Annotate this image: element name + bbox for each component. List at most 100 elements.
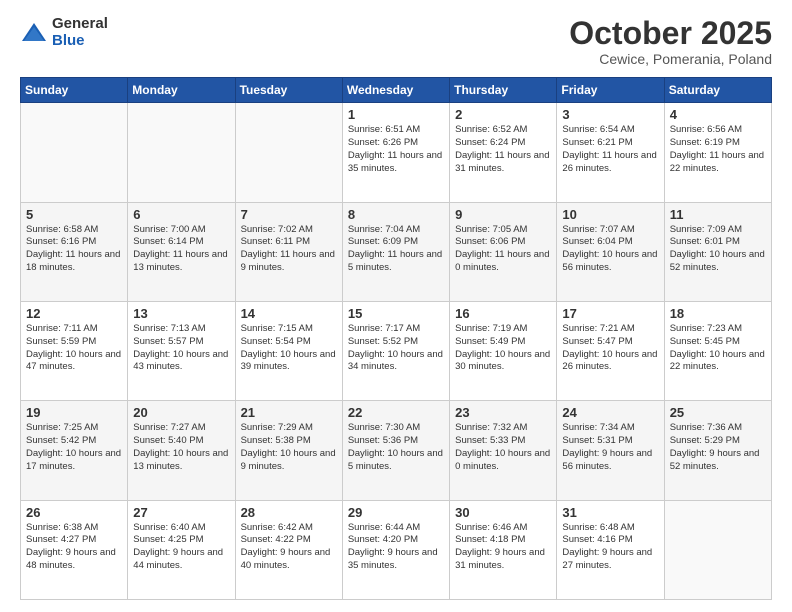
calendar-cell-4-0: 26Sunrise: 6:38 AM Sunset: 4:27 PM Dayli… <box>21 500 128 599</box>
day-info-11: Sunrise: 7:09 AM Sunset: 6:01 PM Dayligh… <box>670 224 766 275</box>
day-number-15: 15 <box>348 306 444 321</box>
day-info-14: Sunrise: 7:15 AM Sunset: 5:54 PM Dayligh… <box>241 323 337 374</box>
calendar-cell-1-1: 6 Sunrise: 7:00 AM Sunset: 6:14 PM Daylig… <box>128 202 235 301</box>
day-info-13: Sunrise: 7:13 AM Sunset: 5:57 PM Dayligh… <box>133 323 229 374</box>
day-info-9: Sunrise: 7:05 AM Sunset: 6:06 PM Dayligh… <box>455 224 551 275</box>
day-info-28: Sunrise: 6:42 AM Sunset: 4:22 PM Dayligh… <box>241 522 337 573</box>
day-info-18: Sunrise: 7:23 AM Sunset: 5:45 PM Dayligh… <box>670 323 766 374</box>
logo-text: General Blue <box>52 16 108 49</box>
day-info-17: Sunrise: 7:21 AM Sunset: 5:47 PM Dayligh… <box>562 323 658 374</box>
day-number-3: 3 <box>562 107 658 122</box>
day-number-21: 21 <box>241 405 337 420</box>
week-row-4: 19 Sunrise: 7:25 AM Sunset: 5:42 PM Dayli… <box>21 401 772 500</box>
day-number-27: 27 <box>133 505 229 520</box>
day-info-1: Sunrise: 6:51 AM Sunset: 6:26 PM Dayligh… <box>348 124 444 175</box>
calendar-cell-1-2: 7 Sunrise: 7:02 AM Sunset: 6:11 PM Daylig… <box>235 202 342 301</box>
day-number-11: 11 <box>670 207 766 222</box>
day-info-27: Sunrise: 6:40 AM Sunset: 4:25 PM Dayligh… <box>133 522 229 573</box>
day-info-19: Sunrise: 7:25 AM Sunset: 5:42 PM Dayligh… <box>26 422 122 473</box>
day-info-30: Sunrise: 6:46 AM Sunset: 4:18 PM Dayligh… <box>455 522 551 573</box>
calendar-cell-0-0 <box>21 103 128 202</box>
day-info-23: Sunrise: 7:32 AM Sunset: 5:33 PM Dayligh… <box>455 422 551 473</box>
day-number-5: 5 <box>26 207 122 222</box>
day-number-30: 30 <box>455 505 551 520</box>
calendar-cell-4-2: 28 Sunrise: 6:42 AM Sunset: 4:22 PM Dayli… <box>235 500 342 599</box>
day-number-10: 10 <box>562 207 658 222</box>
calendar-cell-4-5: 31Sunrise: 6:48 AM Sunset: 4:16 PM Dayli… <box>557 500 664 599</box>
day-info-3: Sunrise: 6:54 AM Sunset: 6:21 PM Dayligh… <box>562 124 658 175</box>
day-number-23: 23 <box>455 405 551 420</box>
calendar-cell-0-1 <box>128 103 235 202</box>
day-number-17: 17 <box>562 306 658 321</box>
calendar-cell-3-1: 20 Sunrise: 7:27 AM Sunset: 5:40 PM Dayli… <box>128 401 235 500</box>
page: General Blue October 2025 Cewice, Pomera… <box>0 0 792 612</box>
col-monday: Monday <box>128 78 235 103</box>
day-number-19: 19 <box>26 405 122 420</box>
day-number-22: 22 <box>348 405 444 420</box>
calendar-cell-0-5: 3 Sunrise: 6:54 AM Sunset: 6:21 PM Daylig… <box>557 103 664 202</box>
calendar-cell-3-4: 23 Sunrise: 7:32 AM Sunset: 5:33 PM Dayli… <box>450 401 557 500</box>
day-number-1: 1 <box>348 107 444 122</box>
calendar-cell-4-4: 30 Sunrise: 6:46 AM Sunset: 4:18 PM Dayli… <box>450 500 557 599</box>
day-number-16: 16 <box>455 306 551 321</box>
day-number-29: 29 <box>348 505 444 520</box>
day-info-26: Sunrise: 6:38 AM Sunset: 4:27 PM Dayligh… <box>26 522 122 573</box>
calendar-cell-2-6: 18 Sunrise: 7:23 AM Sunset: 5:45 PM Dayli… <box>664 301 771 400</box>
day-info-21: Sunrise: 7:29 AM Sunset: 5:38 PM Dayligh… <box>241 422 337 473</box>
calendar-cell-1-5: 10 Sunrise: 7:07 AM Sunset: 6:04 PM Dayli… <box>557 202 664 301</box>
logo-general: General <box>52 16 108 33</box>
day-number-28: 28 <box>241 505 337 520</box>
calendar-cell-3-5: 24 Sunrise: 7:34 AM Sunset: 5:31 PM Dayli… <box>557 401 664 500</box>
day-info-29: Sunrise: 6:44 AM Sunset: 4:20 PM Dayligh… <box>348 522 444 573</box>
day-info-6: Sunrise: 7:00 AM Sunset: 6:14 PM Dayligh… <box>133 224 229 275</box>
day-number-18: 18 <box>670 306 766 321</box>
calendar-cell-4-1: 27 Sunrise: 6:40 AM Sunset: 4:25 PM Dayli… <box>128 500 235 599</box>
week-row-3: 12Sunrise: 7:11 AM Sunset: 5:59 PM Dayli… <box>21 301 772 400</box>
col-friday: Friday <box>557 78 664 103</box>
title-block: October 2025 Cewice, Pomerania, Poland <box>569 16 772 67</box>
calendar-cell-2-5: 17 Sunrise: 7:21 AM Sunset: 5:47 PM Dayli… <box>557 301 664 400</box>
header: General Blue October 2025 Cewice, Pomera… <box>20 16 772 67</box>
calendar-cell-1-0: 5 Sunrise: 6:58 AM Sunset: 6:16 PM Daylig… <box>21 202 128 301</box>
day-number-4: 4 <box>670 107 766 122</box>
col-thursday: Thursday <box>450 78 557 103</box>
calendar-cell-3-2: 21 Sunrise: 7:29 AM Sunset: 5:38 PM Dayli… <box>235 401 342 500</box>
day-number-2: 2 <box>455 107 551 122</box>
calendar-cell-2-0: 12Sunrise: 7:11 AM Sunset: 5:59 PM Dayli… <box>21 301 128 400</box>
calendar-cell-3-6: 25Sunrise: 7:36 AM Sunset: 5:29 PM Dayli… <box>664 401 771 500</box>
calendar-cell-0-4: 2 Sunrise: 6:52 AM Sunset: 6:24 PM Daylig… <box>450 103 557 202</box>
week-row-5: 26Sunrise: 6:38 AM Sunset: 4:27 PM Dayli… <box>21 500 772 599</box>
calendar-cell-2-1: 13 Sunrise: 7:13 AM Sunset: 5:57 PM Dayli… <box>128 301 235 400</box>
day-number-7: 7 <box>241 207 337 222</box>
day-info-10: Sunrise: 7:07 AM Sunset: 6:04 PM Dayligh… <box>562 224 658 275</box>
day-number-20: 20 <box>133 405 229 420</box>
day-number-24: 24 <box>562 405 658 420</box>
calendar-cell-4-3: 29 Sunrise: 6:44 AM Sunset: 4:20 PM Dayli… <box>342 500 449 599</box>
calendar-table: Sunday Monday Tuesday Wednesday Thursday… <box>20 77 772 600</box>
day-number-6: 6 <box>133 207 229 222</box>
day-info-25: Sunrise: 7:36 AM Sunset: 5:29 PM Dayligh… <box>670 422 766 473</box>
day-number-9: 9 <box>455 207 551 222</box>
day-info-31: Sunrise: 6:48 AM Sunset: 4:16 PM Dayligh… <box>562 522 658 573</box>
calendar-cell-1-6: 11 Sunrise: 7:09 AM Sunset: 6:01 PM Dayli… <box>664 202 771 301</box>
calendar-cell-1-3: 8Sunrise: 7:04 AM Sunset: 6:09 PM Daylig… <box>342 202 449 301</box>
col-saturday: Saturday <box>664 78 771 103</box>
day-info-2: Sunrise: 6:52 AM Sunset: 6:24 PM Dayligh… <box>455 124 551 175</box>
week-row-1: 1 Sunrise: 6:51 AM Sunset: 6:26 PM Daylig… <box>21 103 772 202</box>
day-info-24: Sunrise: 7:34 AM Sunset: 5:31 PM Dayligh… <box>562 422 658 473</box>
day-info-5: Sunrise: 6:58 AM Sunset: 6:16 PM Dayligh… <box>26 224 122 275</box>
week-row-2: 5 Sunrise: 6:58 AM Sunset: 6:16 PM Daylig… <box>21 202 772 301</box>
day-info-4: Sunrise: 6:56 AM Sunset: 6:19 PM Dayligh… <box>670 124 766 175</box>
calendar-cell-3-3: 22 Sunrise: 7:30 AM Sunset: 5:36 PM Dayli… <box>342 401 449 500</box>
day-number-13: 13 <box>133 306 229 321</box>
day-info-7: Sunrise: 7:02 AM Sunset: 6:11 PM Dayligh… <box>241 224 337 275</box>
main-title: October 2025 <box>569 16 772 51</box>
day-info-22: Sunrise: 7:30 AM Sunset: 5:36 PM Dayligh… <box>348 422 444 473</box>
day-info-16: Sunrise: 7:19 AM Sunset: 5:49 PM Dayligh… <box>455 323 551 374</box>
day-number-12: 12 <box>26 306 122 321</box>
day-info-20: Sunrise: 7:27 AM Sunset: 5:40 PM Dayligh… <box>133 422 229 473</box>
day-info-15: Sunrise: 7:17 AM Sunset: 5:52 PM Dayligh… <box>348 323 444 374</box>
logo-blue: Blue <box>52 33 108 50</box>
calendar-cell-4-6 <box>664 500 771 599</box>
calendar-cell-2-3: 15 Sunrise: 7:17 AM Sunset: 5:52 PM Dayli… <box>342 301 449 400</box>
